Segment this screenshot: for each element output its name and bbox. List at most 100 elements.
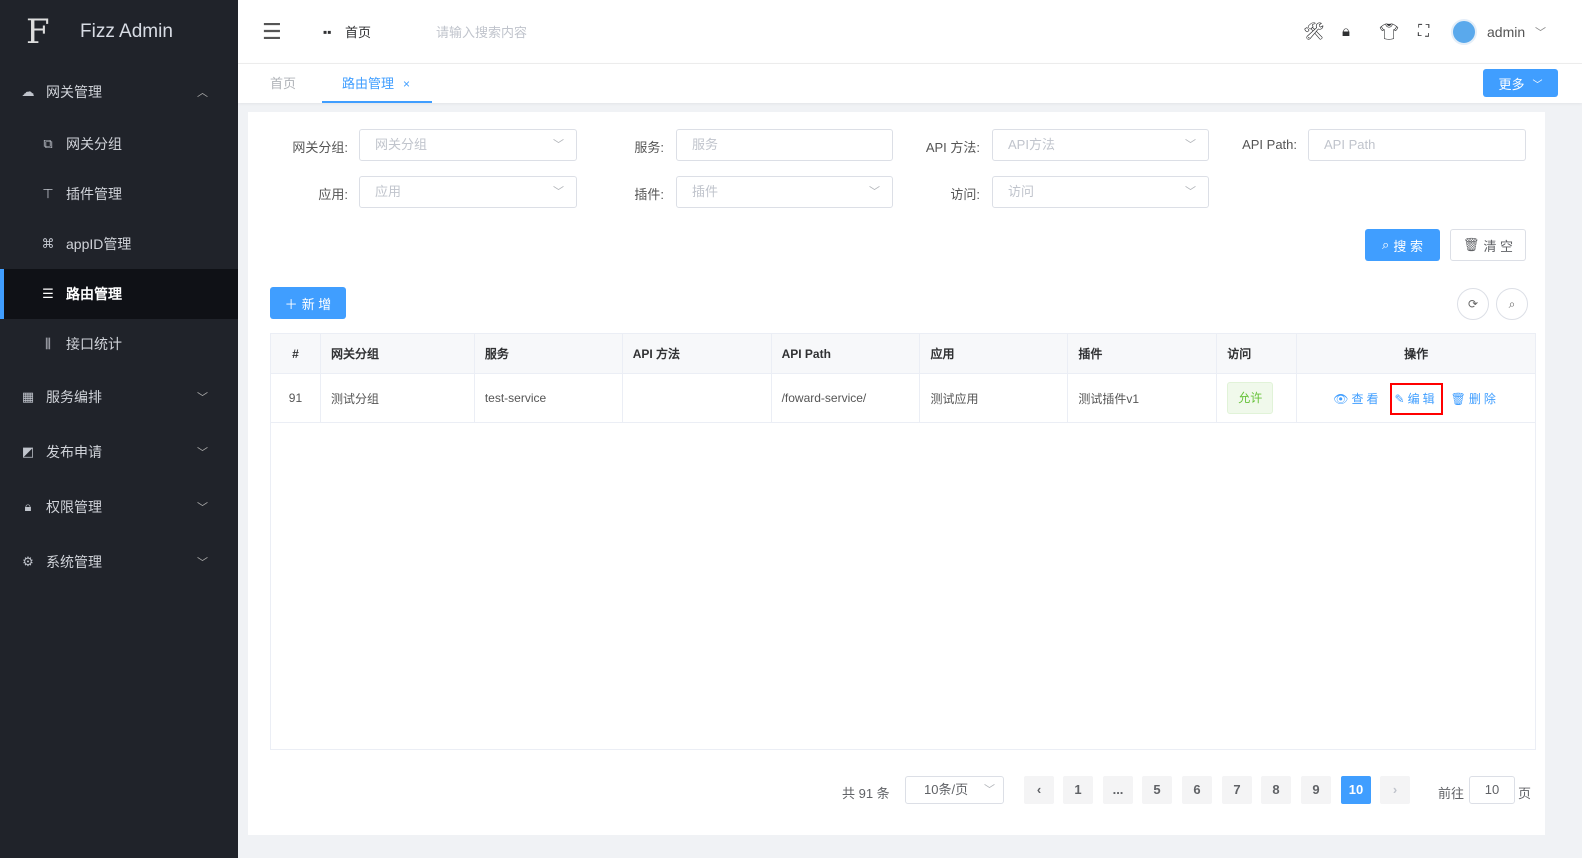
breadcrumb[interactable]: 首页 bbox=[345, 22, 371, 41]
lock-screen-icon[interactable]: 🔒︎ bbox=[1342, 23, 1350, 40]
goto-value: 10 bbox=[1485, 782, 1499, 797]
header: ☰ ▪▪ 首页 请输入搜索内容 🛠︎ 🔒︎ 👕︎ ⛶ admin ﹀ bbox=[238, 0, 1582, 64]
close-icon[interactable]: × bbox=[403, 77, 410, 91]
tab-route[interactable]: 路由管理 × bbox=[322, 64, 432, 103]
search-toggle-icon[interactable]: ⌕ bbox=[1496, 288, 1528, 320]
menu-appid[interactable]: ⌘appID管理 bbox=[0, 219, 238, 269]
menu-publish[interactable]: ◩发布申请﹀ bbox=[0, 424, 238, 479]
chevron-down-icon: ﹀ bbox=[197, 444, 208, 460]
menu-orchestration[interactable]: ▦服务编排﹀ bbox=[0, 369, 238, 424]
col-id: # bbox=[271, 334, 321, 374]
menu-label: 系统管理 bbox=[46, 552, 102, 572]
apps-icon: ▦ bbox=[20, 389, 36, 405]
lock-icon: 🔒︎ bbox=[20, 499, 36, 515]
clear-button[interactable]: 🗑︎清 空 bbox=[1450, 229, 1526, 261]
filter-group-select[interactable]: 网关分组﹀ bbox=[359, 129, 577, 161]
page-1[interactable]: 1 bbox=[1063, 776, 1093, 804]
table-header: # 网关分组 服务 API 方法 API Path 应用 插件 访问 操作 bbox=[271, 334, 1536, 374]
chevron-down-icon: ﹀ bbox=[197, 499, 208, 515]
col-access: 访问 bbox=[1217, 334, 1297, 374]
placeholder: API Path bbox=[1324, 137, 1375, 152]
filter-access-select[interactable]: 访问﹀ bbox=[992, 176, 1209, 208]
logo-mark: F bbox=[26, 12, 66, 52]
user-name[interactable]: admin bbox=[1487, 24, 1525, 40]
goto-page-input[interactable]: 10 bbox=[1469, 776, 1515, 804]
eye-icon: 👁︎ bbox=[1333, 392, 1351, 406]
chevron-down-icon: ﹀ bbox=[984, 777, 995, 803]
col-group: 网关分组 bbox=[320, 334, 474, 374]
filter-app-label: 应用: bbox=[270, 184, 348, 203]
header-search-input[interactable]: 请输入搜索内容 bbox=[436, 22, 527, 41]
filter-plugin-select[interactable]: 插件﹀ bbox=[676, 176, 893, 208]
more-button[interactable]: 更多﹀ bbox=[1483, 69, 1558, 97]
col-method: API 方法 bbox=[622, 334, 771, 374]
page-ellipsis[interactable]: ... bbox=[1103, 776, 1133, 804]
menu-label: 发布申请 bbox=[46, 442, 102, 462]
edit-label: 编辑 bbox=[1408, 392, 1438, 406]
search-button[interactable]: ⌕搜 索 bbox=[1365, 229, 1440, 261]
page-6[interactable]: 6 bbox=[1182, 776, 1212, 804]
avatar[interactable] bbox=[1451, 19, 1477, 45]
view-button[interactable]: 👁︎查看 bbox=[1333, 392, 1381, 406]
delete-button[interactable]: 🗑︎删除 bbox=[1451, 392, 1499, 406]
menu-system[interactable]: ⚙系统管理﹀ bbox=[0, 534, 238, 589]
menu-label: appID管理 bbox=[66, 234, 131, 254]
refresh-icon[interactable]: ⟳ bbox=[1457, 288, 1489, 320]
cell-plugin: 测试插件v1 bbox=[1068, 374, 1217, 423]
clear-label: 清 空 bbox=[1483, 236, 1513, 255]
menu-gateway[interactable]: ☁网关管理︿ bbox=[0, 64, 238, 119]
pencil-icon: ✎ bbox=[1395, 392, 1408, 406]
page-5[interactable]: 5 bbox=[1142, 776, 1172, 804]
menu-gateway-group[interactable]: ⧉网关分组 bbox=[0, 119, 238, 169]
chevron-down-icon[interactable]: ﹀ bbox=[1535, 24, 1546, 40]
placeholder: API方法 bbox=[1008, 137, 1055, 152]
menu-stats[interactable]: ⫼接口统计 bbox=[0, 319, 238, 369]
table-row: 91 测试分组 test-service /foward-service/ 测试… bbox=[271, 374, 1536, 423]
sidebar: F Fizz Admin ☁网关管理︿ ⧉网关分组 ⊤插件管理 ⌘appID管理… bbox=[0, 0, 238, 858]
hamburger-icon[interactable]: ☰ bbox=[262, 19, 282, 45]
filter-path-label: API Path: bbox=[1220, 137, 1297, 152]
sitemap-icon: ⧉ bbox=[40, 136, 56, 152]
menu-label: 路由管理 bbox=[66, 284, 122, 304]
tab-bar: 首页 路由管理 × 更多﹀ bbox=[238, 64, 1582, 103]
page-7[interactable]: 7 bbox=[1222, 776, 1252, 804]
chevron-up-icon: ︿ bbox=[197, 84, 208, 100]
placeholder: 应用 bbox=[375, 184, 401, 199]
tools-icon[interactable]: 🛠︎ bbox=[1303, 22, 1325, 42]
chevron-down-icon: ﹀ bbox=[553, 177, 564, 207]
view-label: 查看 bbox=[1352, 392, 1382, 406]
menu-label: 网关管理 bbox=[46, 82, 102, 102]
placeholder: 服务 bbox=[692, 137, 718, 152]
filter-path-input[interactable]: API Path bbox=[1308, 129, 1526, 161]
filter-service-input[interactable]: 服务 bbox=[676, 129, 893, 161]
page-9[interactable]: 9 bbox=[1301, 776, 1331, 804]
tab-label: 路由管理 bbox=[342, 76, 394, 91]
filter-app-select[interactable]: 应用 ﹀ bbox=[359, 176, 577, 208]
menu-permission[interactable]: 🔒︎权限管理﹀ bbox=[0, 479, 238, 534]
cell-app: 测试应用 bbox=[920, 374, 1068, 423]
filter-service-label: 服务: bbox=[600, 137, 664, 156]
gear-icon: ⚙ bbox=[20, 554, 36, 570]
delete-label: 删除 bbox=[1469, 392, 1499, 406]
menu-route[interactable]: ☰路由管理 bbox=[0, 269, 238, 319]
page-10[interactable]: 10 bbox=[1341, 776, 1371, 804]
edit-button[interactable]: ✎编辑 bbox=[1390, 383, 1443, 415]
cell-id: 91 bbox=[271, 374, 321, 423]
theme-shirt-icon[interactable]: 👕︎ bbox=[1379, 22, 1399, 42]
filter-access-label: 访问: bbox=[900, 184, 980, 203]
goto-suffix: 页 bbox=[1518, 783, 1531, 802]
pin-icon: ⊤ bbox=[40, 186, 56, 202]
prev-page-button[interactable]: ‹ bbox=[1024, 776, 1054, 804]
search-label: 搜 索 bbox=[1393, 236, 1423, 255]
tab-home[interactable]: 首页 bbox=[270, 64, 296, 103]
page-size-select[interactable]: 10条/页﹀ bbox=[905, 776, 1004, 804]
placeholder: 插件 bbox=[692, 184, 718, 199]
next-page-button[interactable]: › bbox=[1380, 776, 1410, 804]
page-8[interactable]: 8 bbox=[1261, 776, 1291, 804]
add-button[interactable]: ＋新 增 bbox=[270, 287, 346, 319]
menu-plugin[interactable]: ⊤插件管理 bbox=[0, 169, 238, 219]
filter-method-select[interactable]: API方法﹀ bbox=[992, 129, 1209, 161]
col-actions: 操作 bbox=[1297, 334, 1536, 374]
fullscreen-icon[interactable]: ⛶ bbox=[1418, 23, 1429, 41]
chevron-down-icon: ﹀ bbox=[197, 389, 208, 405]
